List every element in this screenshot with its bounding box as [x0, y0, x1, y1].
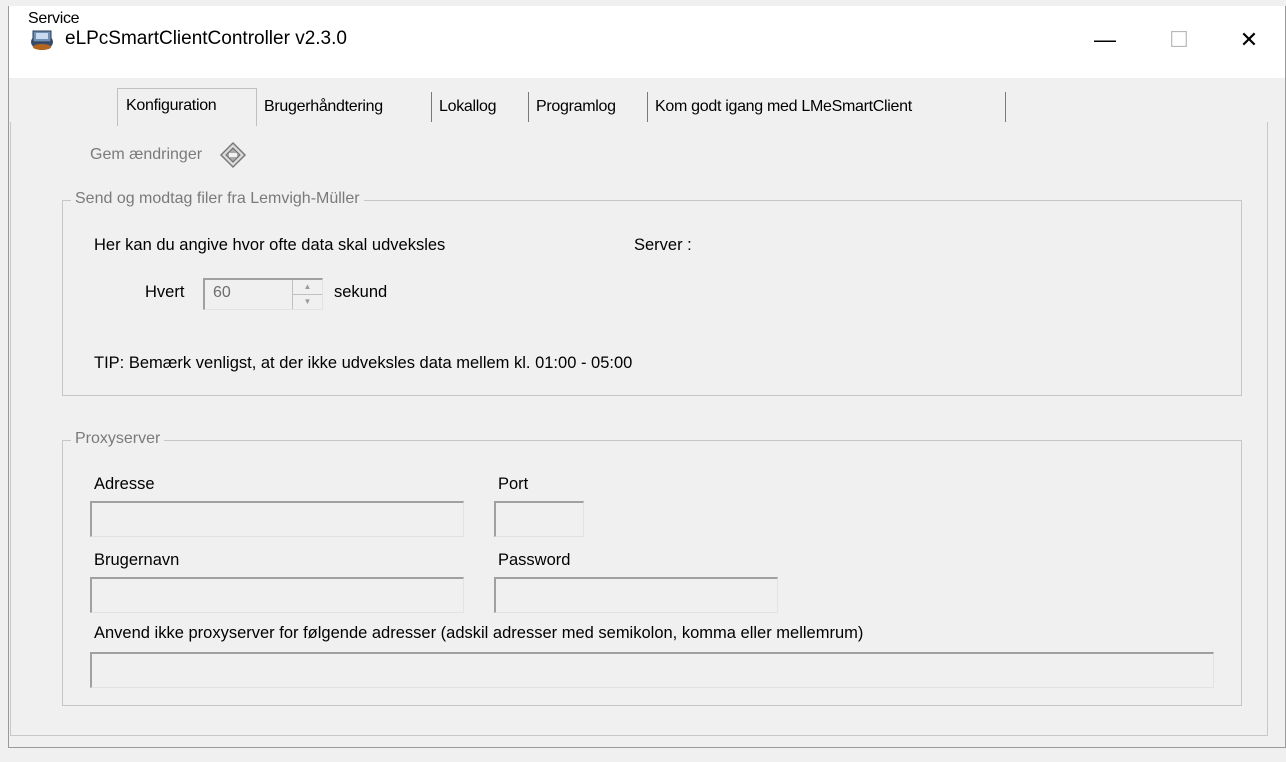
tab-kom-godt-igang[interactable]: Kom godt igang med LMeSmartClient: [649, 92, 1006, 122]
username-field[interactable]: [90, 577, 464, 613]
tab-brugerhaandtering[interactable]: Brugerhåndtering: [258, 92, 432, 122]
minimize-button[interactable]: —: [1083, 18, 1127, 62]
exchange-tip: TIP: Bemærk venligst, at der ikke udveks…: [94, 354, 633, 372]
stepper-up-icon[interactable]: ▲: [293, 280, 322, 295]
stepper-buttons: ▲ ▼: [292, 280, 322, 309]
password-label: Password: [498, 551, 571, 569]
bypass-label: Anvend ikke proxyserver for følgende adr…: [94, 624, 864, 642]
exchange-group-legend: Send og modtag filer fra Lemvigh-Müller: [71, 190, 364, 208]
port-field[interactable]: [494, 501, 584, 537]
maximize-button[interactable]: ☐: [1157, 18, 1201, 62]
username-label: Brugernavn: [94, 551, 180, 569]
stepper-down-icon[interactable]: ▼: [293, 295, 322, 310]
interval-prefix-label: Hvert: [145, 283, 185, 301]
tab-konfiguration[interactable]: Konfiguration: [117, 88, 257, 126]
password-field[interactable]: [494, 577, 778, 613]
address-field[interactable]: [90, 501, 464, 537]
proxy-group-legend: Proxyserver: [71, 430, 165, 448]
title-bar[interactable]: eLPcSmartClientController v2.3.0 — ☐ ✕: [9, 6, 1285, 78]
bypass-field[interactable]: [90, 652, 1214, 688]
server-label: Server :: [634, 236, 692, 254]
interval-stepper[interactable]: 60 ▲ ▼: [203, 278, 323, 310]
interval-value: 60: [213, 284, 231, 301]
close-button[interactable]: ✕: [1227, 18, 1271, 62]
save-changes-label[interactable]: Gem ændringer: [90, 146, 202, 164]
tab-lokallog[interactable]: Lokallog: [433, 92, 529, 122]
exchange-description: Her kan du angive hvor ofte data skal ud…: [94, 236, 446, 254]
tab-service[interactable]: Service: [22, 4, 118, 34]
port-label: Port: [498, 475, 529, 493]
interval-suffix-label: sekund: [334, 283, 388, 301]
save-diamond-icon[interactable]: [218, 140, 248, 170]
tab-programlog[interactable]: Programlog: [530, 92, 648, 122]
address-label: Adresse: [94, 475, 155, 493]
